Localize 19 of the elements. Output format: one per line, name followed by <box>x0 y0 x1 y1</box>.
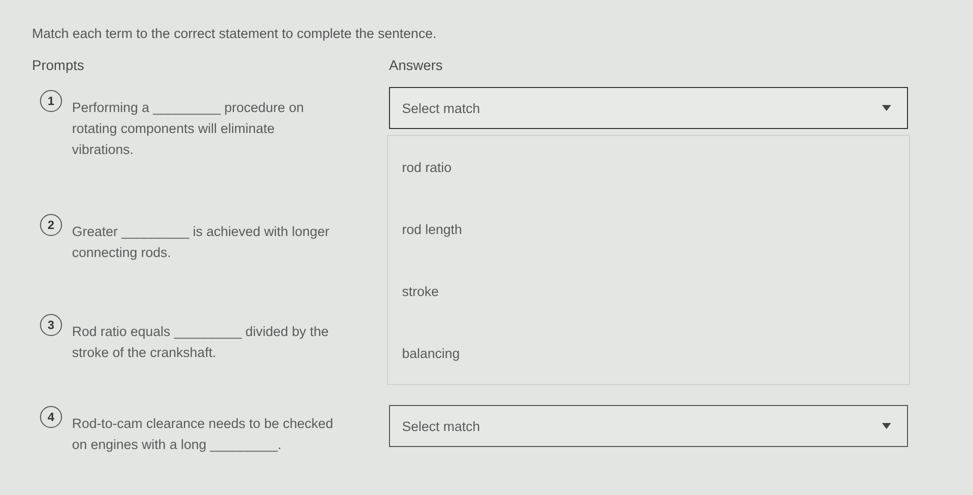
prompt-text: Greater _________ is achieved with longer connecting rods. <box>72 223 330 262</box>
select-dropdown[interactable]: Select match <box>389 87 908 129</box>
menu-option[interactable]: rod length <box>388 222 909 284</box>
prompt-text: Performing a _________ procedure on rotating components will eliminate vibrations. <box>72 99 305 159</box>
menu-option[interactable]: stroke <box>388 284 909 346</box>
number-badge: 4 <box>40 406 62 428</box>
prompt-text: Rod ratio equals _________ divided by the stroke of the crankshaft. <box>72 323 330 362</box>
number-badge: 3 <box>40 314 62 336</box>
menu-option[interactable]: rod ratio <box>388 160 909 222</box>
prompt-text: Rod-to-cam clearance needs to be checked on engines with a long _________. <box>72 415 334 454</box>
number-badge: 1 <box>40 90 62 112</box>
instruction-text: Match each term to the correct statement to complete the sentence. <box>32 26 438 41</box>
caret-icon <box>882 105 891 111</box>
menu-option[interactable]: balancing <box>388 346 909 408</box>
number-badge: 2 <box>40 214 62 236</box>
caret-icon <box>882 423 891 429</box>
answers-heading: Answers <box>389 57 444 73</box>
prompts-heading: Prompts <box>32 57 86 73</box>
select-dropdown[interactable]: Select match <box>389 405 908 447</box>
